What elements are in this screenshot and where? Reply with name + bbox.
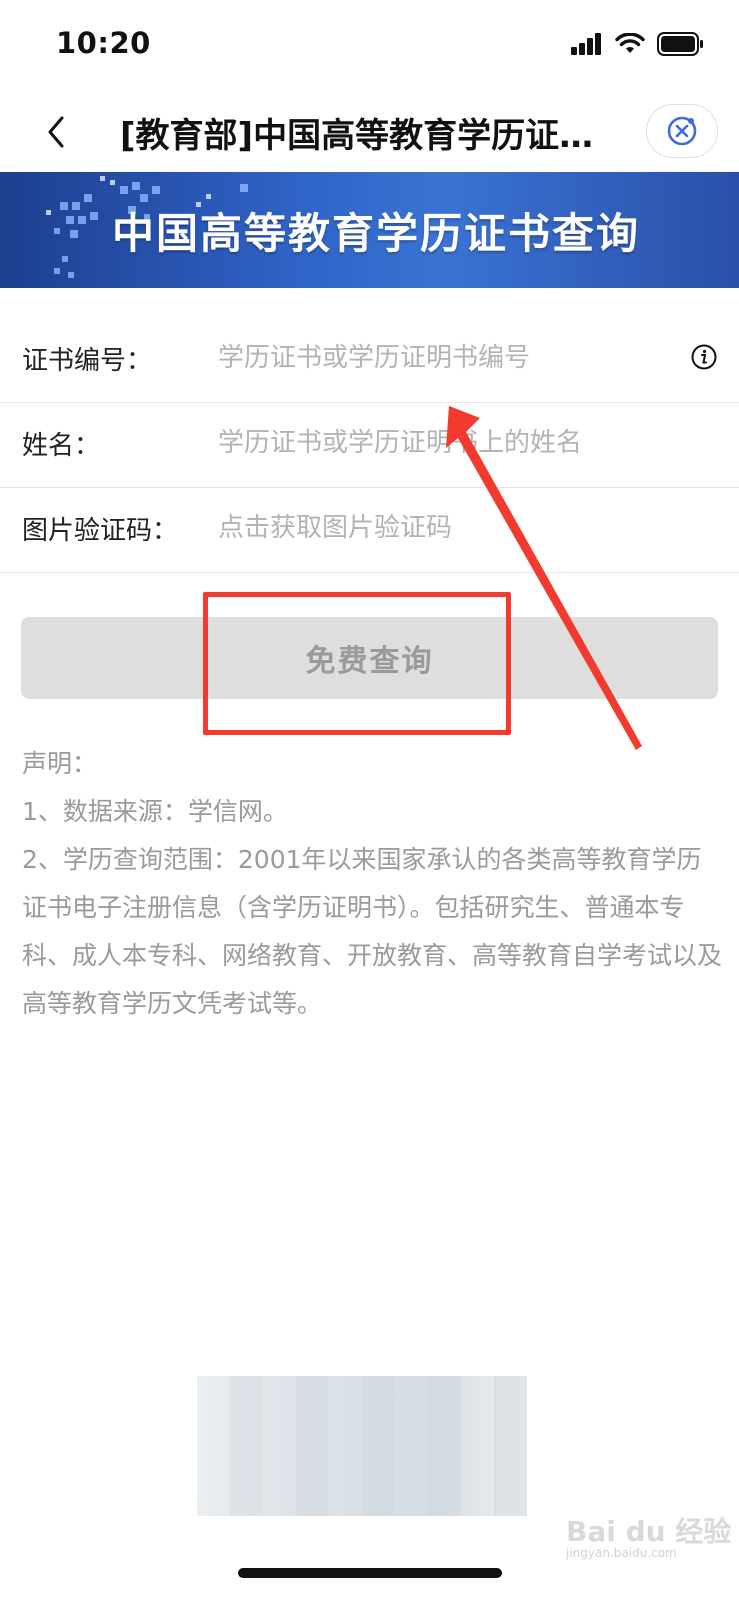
annotation-arrow <box>446 406 642 750</box>
disclaimer: 声明： 1、数据来源：学信网。 2、学历查询范围：2001年以来国家承认的各类高… <box>22 740 722 1028</box>
disclaimer-heading: 声明： <box>22 749 98 778</box>
watermark-brand: Bai du 经验 <box>566 1515 732 1548</box>
home-indicator[interactable] <box>238 1568 502 1578</box>
blurred-region <box>197 1376 527 1516</box>
watermark-url: jingyan.baidu.com <box>566 1546 677 1560</box>
baidu-jingyan-watermark: Bai du 经验 jingyan.baidu.com <box>566 1510 731 1560</box>
disclaimer-item-scope: 2、学历查询范围：2001年以来国家承认的各类高等教育学历证书电子注册信息（含学… <box>22 845 723 1018</box>
disclaimer-item-source: 1、数据来源：学信网。 <box>22 797 288 826</box>
